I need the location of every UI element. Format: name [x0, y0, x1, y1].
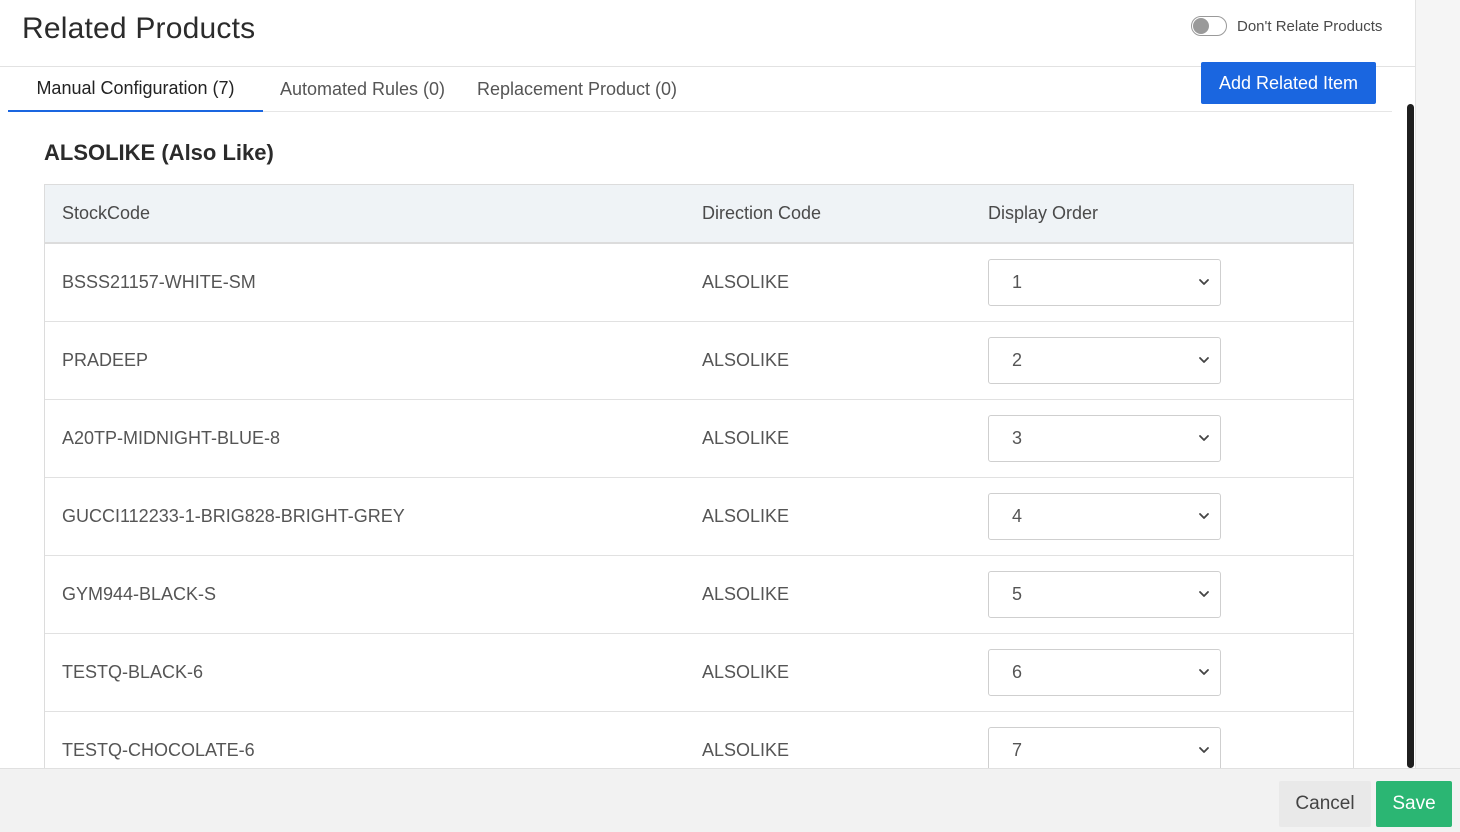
display-order-value: 3 — [1012, 427, 1023, 448]
table-row: GYM944-BLACK-S ALSOLIKE 5 — [45, 555, 1353, 633]
table-row: A20TP-MIDNIGHT-BLUE-8 ALSOLIKE 3 — [45, 399, 1353, 477]
dont-relate-toggle-group[interactable]: Don't Relate Products — [1191, 16, 1382, 36]
column-header-display-order[interactable]: Display Order — [988, 185, 1353, 244]
direction-code-cell: ALSOLIKE — [702, 505, 790, 526]
column-header-stockcode[interactable]: StockCode — [45, 185, 702, 244]
display-order-value: 6 — [1012, 661, 1023, 682]
tab-bar: Manual Configuration (7) Automated Rules… — [8, 67, 1392, 112]
related-items-table: StockCode Direction Code Display Order B… — [44, 184, 1354, 784]
stock-code-cell: BSSS21157-WHITE-SM — [62, 271, 256, 292]
display-order-cell: 1 — [988, 243, 1353, 321]
chevron-down-icon — [1199, 591, 1209, 597]
display-order-cell: 3 — [988, 399, 1353, 477]
table-row: PRADEEP ALSOLIKE 2 — [45, 321, 1353, 399]
display-order-value: 1 — [1012, 271, 1023, 292]
display-order-select[interactable]: 6 — [988, 648, 1221, 696]
display-order-value: 2 — [1012, 349, 1023, 370]
display-order-select[interactable]: 4 — [988, 492, 1221, 540]
tab-manual-configuration[interactable]: Manual Configuration (7) — [8, 67, 263, 112]
direction-code-cell: ALSOLIKE — [702, 583, 790, 604]
dont-relate-label: Don't Relate Products — [1237, 17, 1383, 35]
section-code: ALSOLIKE — [44, 140, 156, 165]
chevron-down-icon — [1199, 513, 1209, 519]
display-order-cell: 5 — [988, 555, 1353, 633]
table-header-row: StockCode Direction Code Display Order — [45, 185, 1353, 244]
display-order-select[interactable]: 7 — [988, 726, 1221, 774]
display-order-cell: 6 — [988, 633, 1353, 711]
chevron-down-icon — [1199, 435, 1209, 441]
stock-code-cell: A20TP-MIDNIGHT-BLUE-8 — [62, 427, 281, 448]
display-order-value: 4 — [1012, 505, 1023, 526]
section-name: (Also Like) — [161, 140, 274, 165]
stock-code-cell: TESTQ-BLACK-6 — [62, 661, 204, 682]
display-order-cell: 2 — [988, 321, 1353, 399]
display-order-value: 7 — [1012, 739, 1023, 760]
display-order-cell: 4 — [988, 477, 1353, 555]
table-row: BSSS21157-WHITE-SM ALSOLIKE 1 — [45, 243, 1353, 321]
stock-code-cell: GUCCI112233-1-BRIG828-BRIGHT-GREY — [62, 505, 405, 526]
direction-code-cell: ALSOLIKE — [702, 427, 790, 448]
display-order-select[interactable]: 2 — [988, 336, 1221, 384]
direction-code-cell: ALSOLIKE — [702, 349, 790, 370]
direction-code-cell: ALSOLIKE — [702, 271, 790, 292]
footer-bar — [0, 768, 1460, 832]
scrollbar[interactable] — [1407, 104, 1414, 768]
right-gutter — [1415, 0, 1460, 832]
add-related-item-button[interactable]: Add Related Item — [1201, 62, 1376, 104]
page-title: Related Products — [22, 12, 256, 45]
dont-relate-toggle[interactable] — [1191, 16, 1227, 36]
column-header-direction-code[interactable]: Direction Code — [702, 185, 988, 244]
stock-code-cell: PRADEEP — [62, 349, 149, 370]
chevron-down-icon — [1199, 747, 1209, 753]
tab-automated-rules[interactable]: Automated Rules (0) — [275, 67, 450, 111]
cancel-button[interactable]: Cancel — [1279, 781, 1371, 827]
display-order-select[interactable]: 3 — [988, 414, 1221, 462]
stock-code-cell: GYM944-BLACK-S — [62, 583, 217, 604]
toggle-knob — [1193, 18, 1209, 34]
section-title: ALSOLIKE (Also Like) — [44, 140, 274, 166]
chevron-down-icon — [1199, 669, 1209, 675]
display-order-select[interactable]: 1 — [988, 258, 1221, 306]
save-button[interactable]: Save — [1376, 781, 1452, 827]
table-row: GUCCI112233-1-BRIG828-BRIGHT-GREY ALSOLIK… — [45, 477, 1353, 555]
table-row: TESTQ-BLACK-6 ALSOLIKE 6 — [45, 633, 1353, 711]
direction-code-cell: ALSOLIKE — [702, 661, 790, 682]
chevron-down-icon — [1199, 357, 1209, 363]
tab-replacement-product[interactable]: Replacement Product (0) — [470, 67, 684, 111]
chevron-down-icon — [1199, 279, 1209, 286]
display-order-value: 5 — [1012, 583, 1023, 604]
display-order-select[interactable]: 5 — [988, 570, 1221, 618]
